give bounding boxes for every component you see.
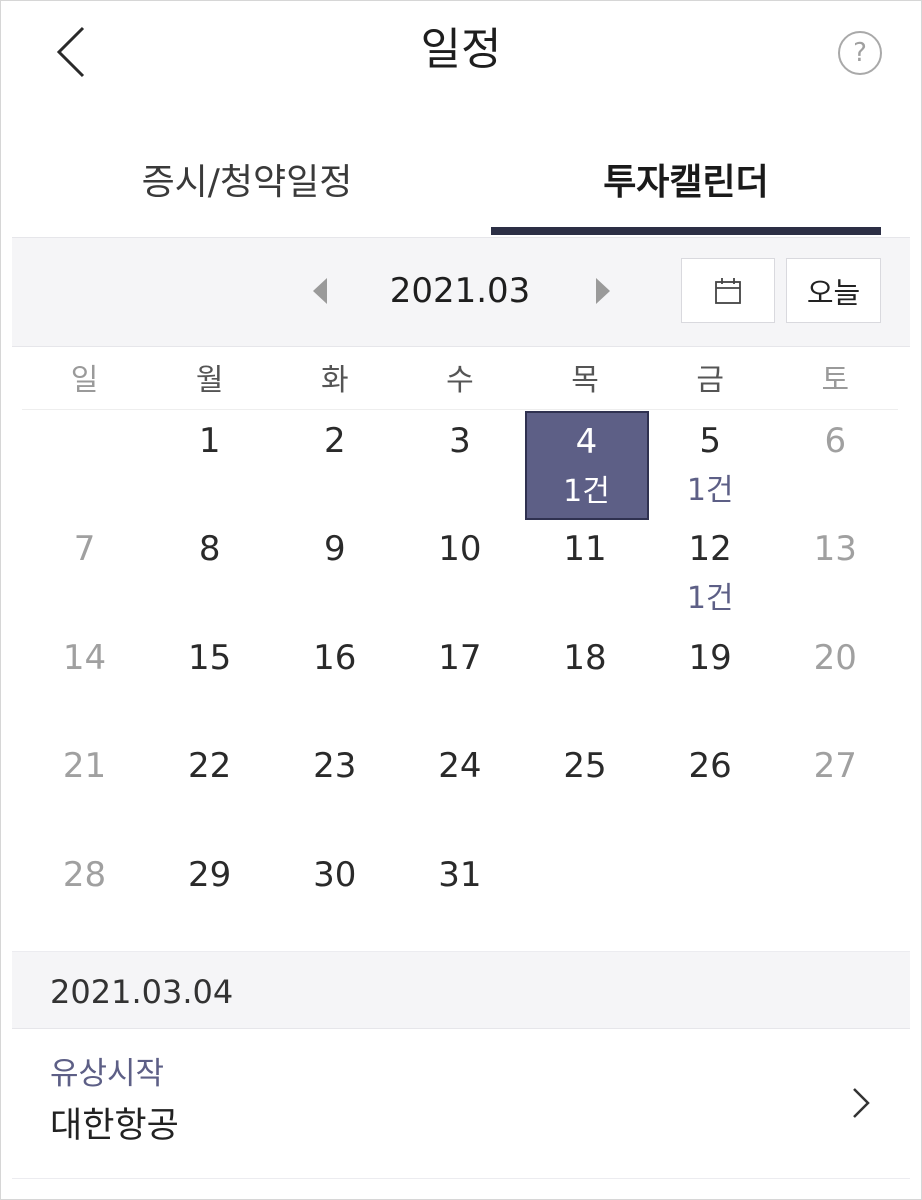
month-navigation: 2021.03 오늘 <box>12 237 910 347</box>
page-title: 일정 <box>420 24 502 75</box>
calendar-day-1[interactable]: 1 <box>147 411 272 519</box>
day-number: 29 <box>188 854 232 895</box>
day-number: 3 <box>449 421 471 461</box>
event-company: 대한항공 <box>50 1106 179 1146</box>
calendar-day-14[interactable]: 14 <box>22 628 147 736</box>
calendar-day-27[interactable]: 27 <box>773 736 898 844</box>
day-number: 31 <box>438 854 482 895</box>
calendar-day-6[interactable]: 6 <box>773 411 898 519</box>
calendar-icon <box>715 277 741 304</box>
day-number: 1 <box>198 421 221 461</box>
event-type: 유상시작 <box>50 1056 165 1092</box>
month-label: 2021.03 <box>389 271 531 311</box>
day-number: 10 <box>438 529 482 570</box>
calendar-day-20[interactable]: 20 <box>773 628 898 736</box>
day-number: 18 <box>563 637 607 678</box>
day-number: 21 <box>62 746 107 787</box>
day-number: 23 <box>313 746 357 787</box>
calendar-empty-cell <box>773 845 898 953</box>
weekday-tue: 화 <box>321 362 349 398</box>
tab-market-subscription[interactable]: 증시/청약일정 <box>52 120 442 237</box>
day-number: 8 <box>198 529 221 570</box>
weekday-sat: 토 <box>821 362 850 398</box>
weekday-header: 일 월 화 수 목 금 토 <box>22 348 898 410</box>
day-number: 12 <box>688 529 732 570</box>
today-button[interactable]: 오늘 <box>786 258 881 323</box>
day-number: 30 <box>313 854 357 895</box>
calendar-empty-cell <box>22 411 147 519</box>
header: 일정 ? <box>0 0 922 110</box>
day-number: 22 <box>188 746 232 787</box>
day-number: 4 <box>575 422 598 462</box>
tab-bar: 증시/청약일정 투자캘린더 <box>12 120 910 237</box>
day-number: 20 <box>813 637 857 678</box>
calendar-day-2[interactable]: 2 <box>272 411 397 519</box>
active-tab-indicator <box>491 227 881 235</box>
day-number: 2 <box>323 421 346 461</box>
day-number: 6 <box>824 421 847 461</box>
calendar-day-16[interactable]: 16 <box>272 628 397 736</box>
calendar-day-22[interactable]: 22 <box>147 736 272 844</box>
day-number: 27 <box>813 746 857 787</box>
day-number: 14 <box>62 637 107 678</box>
calendar-day-17[interactable]: 17 <box>397 628 522 736</box>
day-number: 17 <box>438 637 482 678</box>
selected-date-label: 2021.03.04 <box>50 973 234 1011</box>
day-number: 25 <box>563 746 607 787</box>
day-number: 15 <box>188 637 232 678</box>
next-month-button[interactable] <box>596 278 610 304</box>
question-circle-icon: ? <box>853 38 867 68</box>
day-number: 5 <box>699 421 721 461</box>
calendar-day-11[interactable]: 11 <box>523 519 648 627</box>
event-count-badge: 1건 <box>686 473 734 508</box>
weekday-thu: 목 <box>571 362 599 398</box>
calendar-day-19[interactable]: 19 <box>648 628 773 736</box>
calendar-day-25[interactable]: 25 <box>523 736 648 844</box>
calendar-day-15[interactable]: 15 <box>147 628 272 736</box>
tab-investment-calendar[interactable]: 투자캘린더 <box>491 120 881 237</box>
day-number: 7 <box>73 529 96 570</box>
calendar-day-3[interactable]: 3 <box>397 411 522 519</box>
calendar-day-18[interactable]: 18 <box>523 628 648 736</box>
calendar-day-30[interactable]: 30 <box>272 845 397 953</box>
calendar-day-28[interactable]: 28 <box>22 845 147 953</box>
day-number: 26 <box>688 746 732 787</box>
calendar-picker-button[interactable] <box>681 258 775 323</box>
day-number: 13 <box>813 529 857 570</box>
weekday-wed: 수 <box>446 362 474 398</box>
calendar-day-12[interactable]: 12 1건 <box>648 519 773 627</box>
calendar-day-23[interactable]: 23 <box>272 736 397 844</box>
calendar-empty-cell <box>648 845 773 953</box>
day-number: 9 <box>323 529 346 570</box>
chevron-right-icon <box>853 1088 870 1118</box>
calendar-grid: 1 2 3 4 1건 5 1건 6 7 8 9 10 11 12 1건 13 14 15 16 17 18 19 20 21 2… <box>22 411 898 953</box>
event-count-badge: 1건 <box>686 581 734 617</box>
weekday-fri: 금 <box>696 362 724 398</box>
calendar-day-4[interactable]: 4 1건 <box>524 411 649 520</box>
event-list-item[interactable]: 유상시작 대한항공 <box>12 1029 910 1179</box>
weekday-mon: 월 <box>195 362 224 398</box>
day-number: 16 <box>313 637 357 678</box>
calendar-day-21[interactable]: 21 <box>22 736 147 844</box>
calendar-day-13[interactable]: 13 <box>773 519 898 627</box>
selected-date-header: 2021.03.04 <box>12 951 910 1029</box>
day-number: 24 <box>438 746 482 787</box>
prev-month-button[interactable] <box>313 278 327 304</box>
calendar-day-24[interactable]: 24 <box>397 736 522 844</box>
day-number: 19 <box>688 637 732 678</box>
weekday-sun: 일 <box>70 362 99 398</box>
calendar-empty-cell <box>523 845 648 953</box>
calendar-day-26[interactable]: 26 <box>648 736 773 844</box>
calendar-day-9[interactable]: 9 <box>272 519 397 627</box>
calendar-day-29[interactable]: 29 <box>147 845 272 953</box>
calendar-day-10[interactable]: 10 <box>397 519 522 627</box>
calendar-day-7[interactable]: 7 <box>22 519 147 627</box>
day-number: 11 <box>563 529 607 570</box>
calendar-day-31[interactable]: 31 <box>397 845 522 953</box>
day-number: 28 <box>62 854 107 895</box>
calendar-day-8[interactable]: 8 <box>147 519 272 627</box>
event-count-badge: 1건 <box>563 474 610 509</box>
help-button[interactable]: ? <box>838 31 882 75</box>
calendar-day-5[interactable]: 5 1건 <box>648 411 773 519</box>
